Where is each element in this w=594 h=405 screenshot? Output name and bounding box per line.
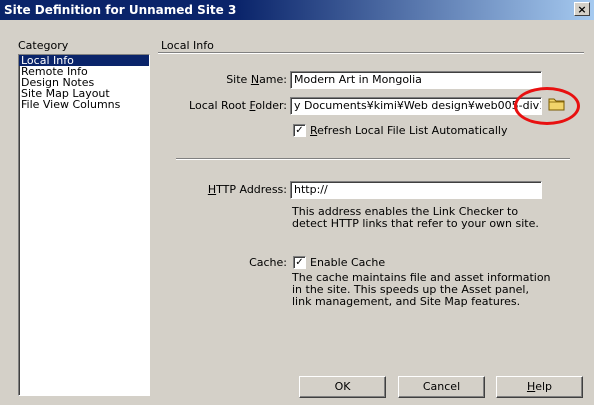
close-icon: × (577, 3, 587, 16)
cache-label: Cache: (249, 256, 287, 269)
ok-button[interactable]: OK (299, 376, 386, 398)
section-title: Local Info (161, 39, 214, 52)
refresh-checkbox-label: Refresh Local File List Automatically (310, 124, 508, 137)
enable-cache-label: Enable Cache (310, 256, 386, 269)
refresh-checkbox[interactable]: ✓ (293, 124, 306, 137)
category-list[interactable]: Local Info Remote Info Design Notes Site… (18, 54, 150, 396)
category-item-file-view-columns[interactable]: File View Columns (19, 99, 149, 110)
local-root-folder-label: Local Root Folder: (189, 99, 287, 112)
window-title: Site Definition for Unnamed Site 3 (4, 3, 237, 17)
close-button[interactable]: × (574, 2, 590, 16)
section-divider (158, 52, 584, 54)
site-name-label: Site Name: (226, 73, 287, 86)
help-button[interactable]: Help (496, 376, 583, 398)
highlight-annotation-circle (514, 87, 580, 125)
title-bar[interactable]: Site Definition for Unnamed Site 3 × (0, 0, 594, 20)
cache-help: The cache maintains file and asset infor… (292, 271, 551, 308)
http-address-input[interactable]: http:// (290, 181, 542, 199)
site-name-input[interactable]: Modern Art in Mongolia (290, 71, 542, 89)
http-address-help: This address enables the Link Checker to… (292, 205, 539, 230)
enable-cache-checkbox[interactable]: ✓ (293, 256, 306, 269)
local-root-folder-input[interactable]: y Documents¥kimi¥Web design¥web005-div1¥ (290, 97, 542, 115)
category-label: Category (18, 39, 69, 52)
http-address-label: HTTP Address: (207, 183, 287, 196)
cancel-button[interactable]: Cancel (398, 376, 485, 398)
form-divider (176, 158, 570, 160)
